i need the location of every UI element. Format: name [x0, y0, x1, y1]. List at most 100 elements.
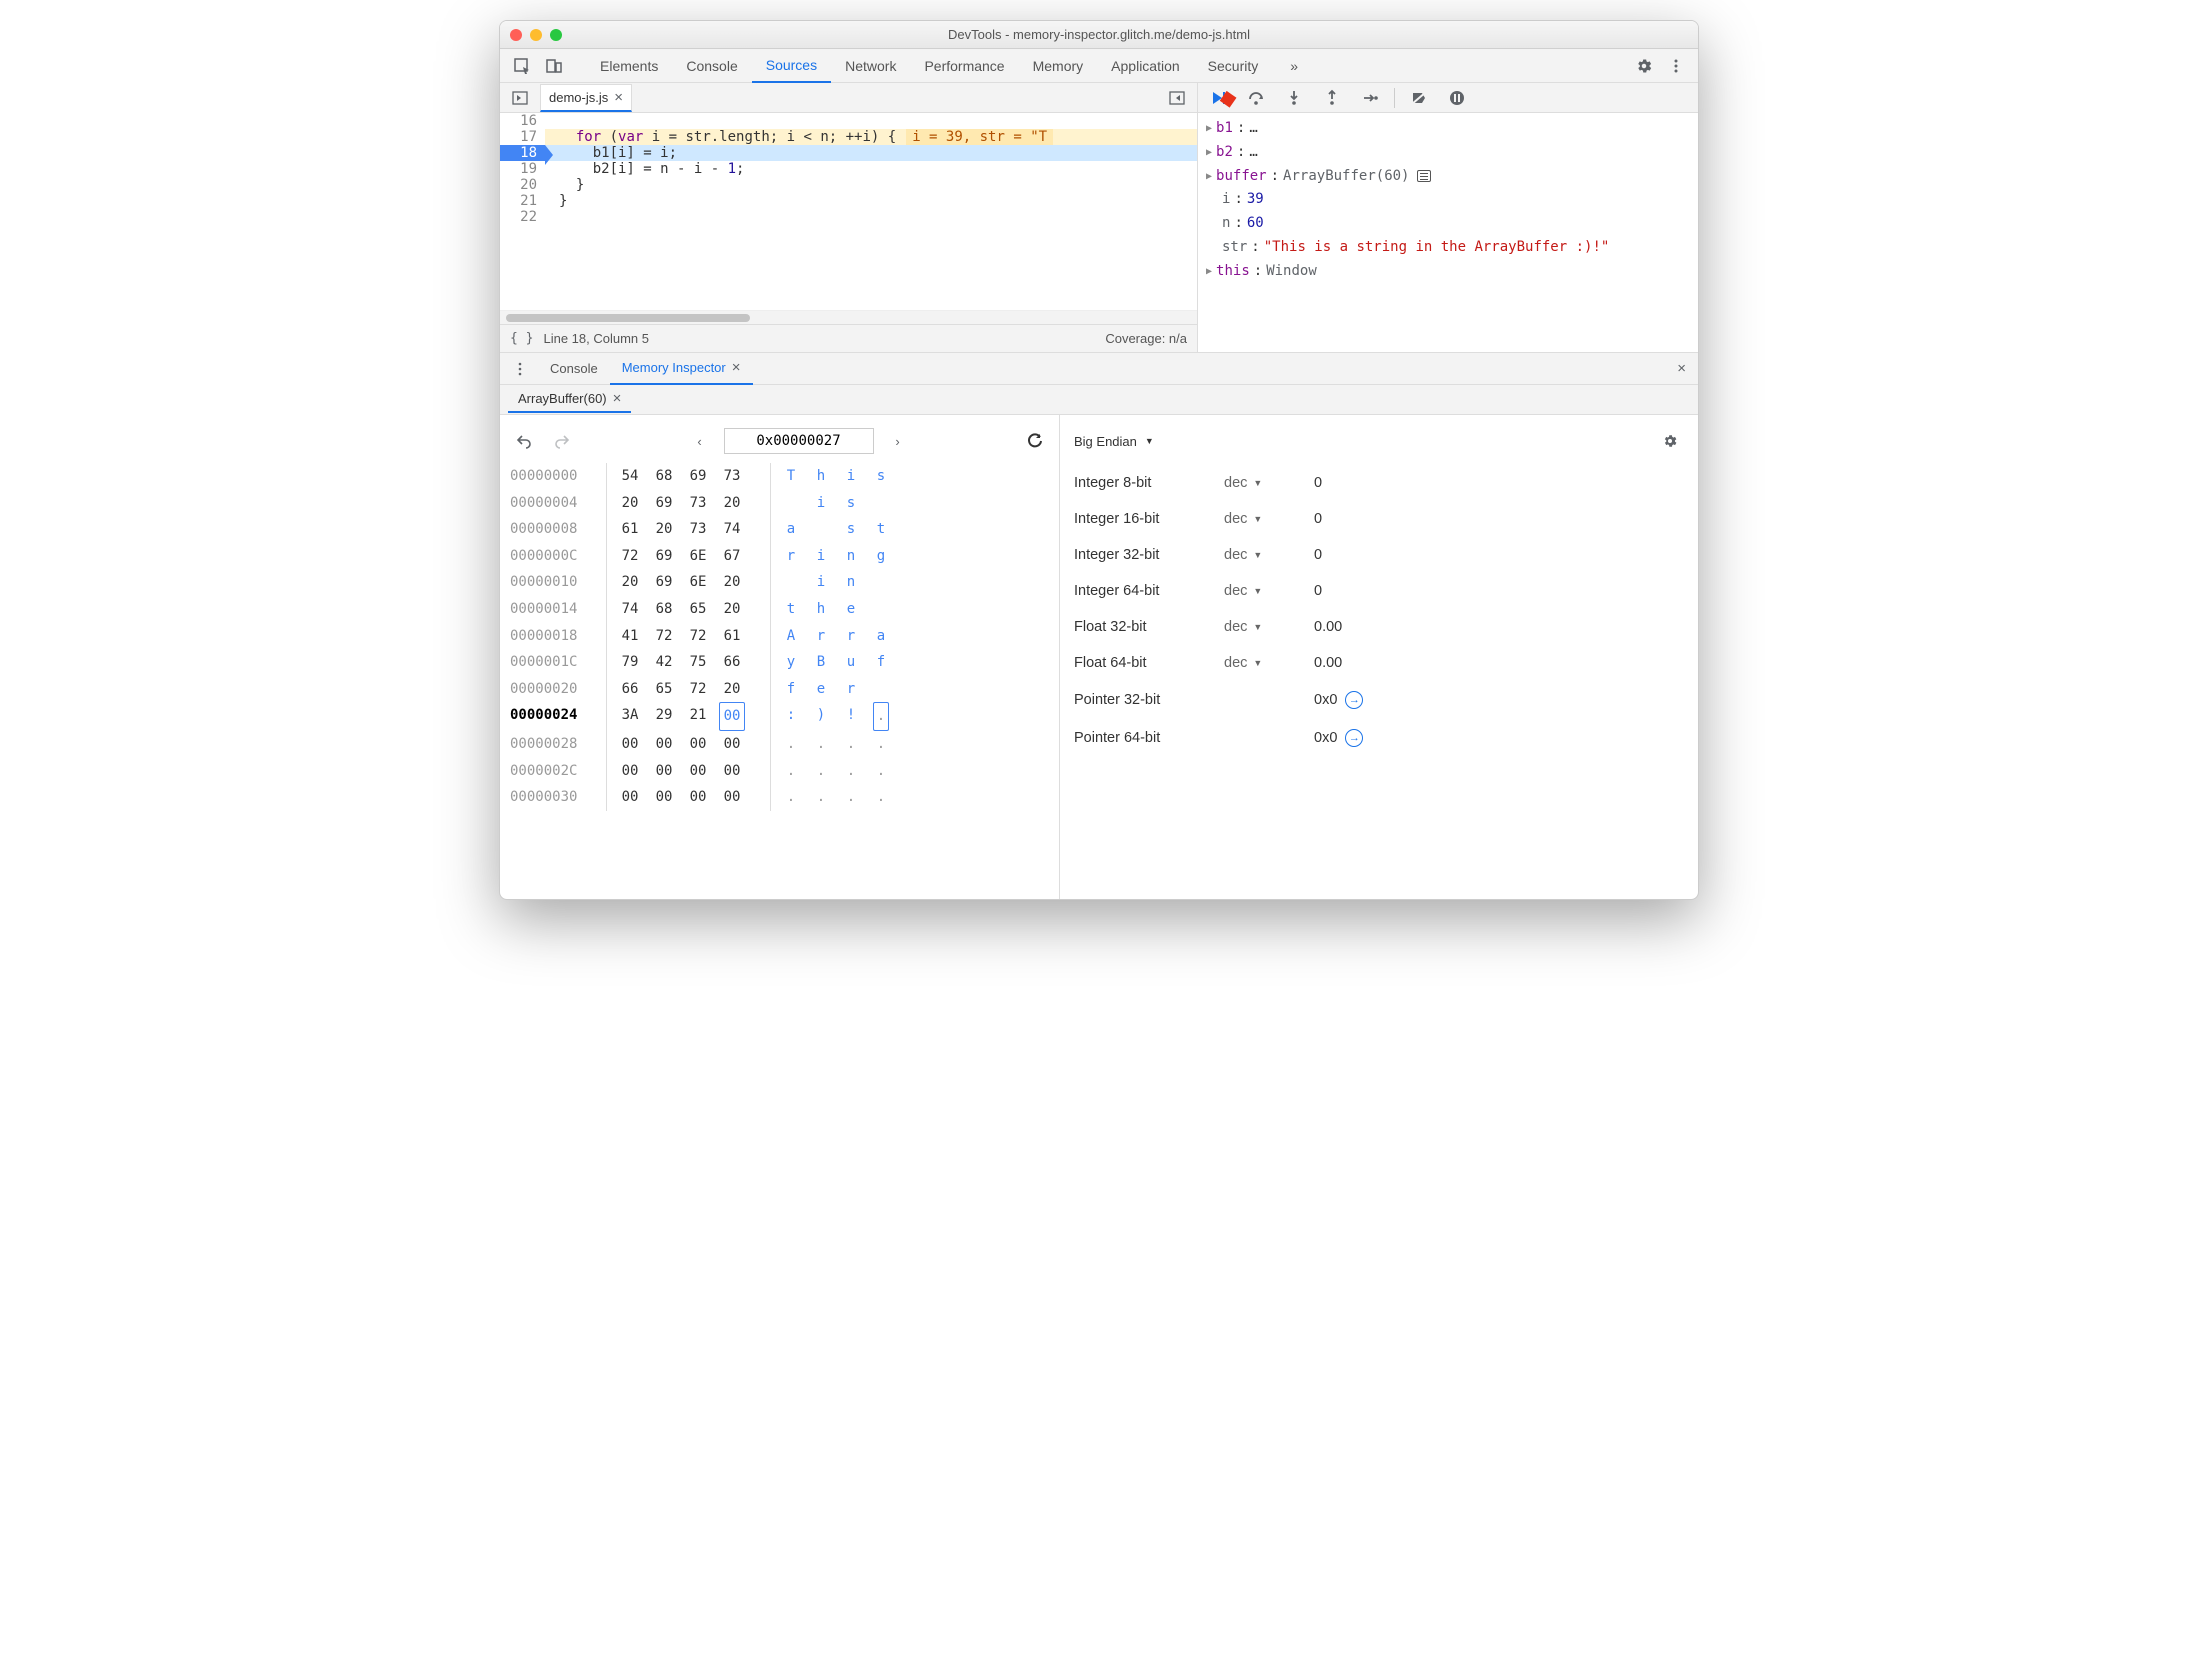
more-icon[interactable] [1662, 52, 1690, 80]
code-line[interactable]: 17 for (var i = str.length; i < n; ++i) … [500, 129, 1197, 145]
reveal-in-memory-icon[interactable] [1417, 170, 1431, 182]
hex-row[interactable]: 0000002C00000000.... [510, 758, 1049, 785]
value-mode-selector[interactable]: dec▼ [1224, 583, 1314, 599]
drawer-tab-console[interactable]: Console [538, 353, 610, 385]
value-row: Integer 64-bitdec▼0 [1074, 573, 1684, 609]
jump-to-address-icon[interactable]: → [1345, 729, 1363, 747]
tab-application[interactable]: Application [1097, 49, 1194, 83]
hex-row[interactable]: 000000243A292100:)!. [510, 702, 1049, 731]
pause-on-exceptions-button[interactable] [1443, 84, 1471, 112]
zoom-window-icon[interactable] [550, 29, 562, 41]
step-over-button[interactable] [1242, 84, 1270, 112]
value-mode-selector[interactable]: dec▼ [1224, 619, 1314, 635]
hex-row[interactable]: 0000003000000000.... [510, 784, 1049, 811]
value-list: Integer 8-bitdec▼0Integer 16-bitdec▼0 Int… [1074, 465, 1684, 891]
mi-tab-arraybuffer[interactable]: ArrayBuffer(60) × [508, 386, 631, 413]
prev-page-icon[interactable]: ‹ [686, 427, 714, 455]
window-title: DevTools - memory-inspector.glitch.me/de… [500, 27, 1698, 42]
memory-inspector-tabs: ArrayBuffer(60) × [500, 385, 1698, 415]
value-row: Integer 8-bitdec▼0 [1074, 465, 1684, 501]
tabs-overflow-button[interactable]: » [1276, 49, 1312, 83]
code-line[interactable]: 22 [500, 209, 1197, 225]
code-editor[interactable]: 1617 for (var i = str.length; i < n; ++i… [500, 113, 1197, 310]
tab-memory[interactable]: Memory [1019, 49, 1098, 83]
hex-row[interactable]: 0000000861207374ast [510, 516, 1049, 543]
hex-row[interactable]: 0000002800000000.... [510, 731, 1049, 758]
deactivate-breakpoints-button[interactable] [1405, 84, 1433, 112]
horizontal-scrollbar[interactable] [500, 310, 1197, 324]
drawer-tabs: ConsoleMemory Inspector× × [500, 353, 1698, 385]
value-row: Integer 16-bitdec▼0 [1074, 501, 1684, 537]
code-line[interactable]: 19 b2[i] = n - i - 1; [500, 161, 1197, 177]
value-header: Big Endian ▼ [1074, 423, 1684, 465]
hex-row[interactable]: 0000001474686520the [510, 596, 1049, 623]
titlebar: DevTools - memory-inspector.glitch.me/de… [500, 21, 1698, 49]
hex-row[interactable]: 0000000054686973This [510, 463, 1049, 490]
close-mi-tab-icon[interactable]: × [613, 390, 622, 407]
hex-row[interactable]: 0000000420697320is [510, 490, 1049, 517]
tab-elements[interactable]: Elements [586, 49, 672, 83]
code-line[interactable]: 18 b1[i] = i; [500, 145, 1197, 161]
drawer-tab-memory-inspector[interactable]: Memory Inspector× [610, 353, 753, 385]
scope-var-b1[interactable]: ▶ b1: … [1206, 117, 1690, 141]
inspect-element-icon[interactable] [508, 52, 536, 80]
value-settings-icon[interactable] [1656, 427, 1684, 455]
value-mode-selector[interactable]: dec▼ [1224, 475, 1314, 491]
step-into-button[interactable] [1280, 84, 1308, 112]
step-out-button[interactable] [1318, 84, 1346, 112]
tab-performance[interactable]: Performance [910, 49, 1018, 83]
code-line[interactable]: 20 } [500, 177, 1197, 193]
scope-var-b2[interactable]: ▶ b2: … [1206, 141, 1690, 165]
refresh-icon[interactable] [1021, 427, 1049, 455]
next-page-icon[interactable]: › [884, 427, 912, 455]
file-tabs: demo-js.js × [500, 83, 1197, 113]
scope-var-buffer[interactable]: ▶ buffer: ArrayBuffer(60) [1206, 165, 1690, 189]
scope-var-str[interactable]: str: "This is a string in the ArrayBuffe… [1206, 236, 1690, 260]
hex-grid[interactable]: 0000000054686973This0000000420697320is00… [510, 463, 1049, 891]
jump-to-address-icon[interactable]: → [1345, 691, 1363, 709]
close-drawer-icon[interactable]: × [1677, 360, 1686, 377]
traffic-lights [510, 29, 562, 41]
sources-pane: demo-js.js × 1617 for (var i = str.lengt… [500, 83, 1198, 352]
scope-var-this[interactable]: ▶ this: Window [1206, 260, 1690, 284]
resume-button[interactable] [1204, 84, 1232, 112]
hex-row[interactable]: 0000002066657220fer [510, 676, 1049, 703]
value-mode-selector[interactable]: dec▼ [1224, 655, 1314, 671]
minimize-window-icon[interactable] [530, 29, 542, 41]
step-button[interactable] [1356, 84, 1384, 112]
pretty-print-icon[interactable]: { } [510, 331, 533, 346]
close-file-icon[interactable]: × [614, 89, 623, 106]
value-mode-selector[interactable]: dec▼ [1224, 511, 1314, 527]
file-tab-label: demo-js.js [549, 90, 608, 105]
tab-sources[interactable]: Sources [752, 49, 831, 83]
hex-row[interactable]: 0000001020696E20in [510, 569, 1049, 596]
devtools-window: DevTools - memory-inspector.glitch.me/de… [499, 20, 1699, 900]
hex-viewer: ‹ › 0000000054686973This0000000420697320… [500, 415, 1060, 899]
debugger-toggle-icon[interactable] [1163, 84, 1191, 112]
close-window-icon[interactable] [510, 29, 522, 41]
hex-row[interactable]: 0000001C79427566yBuf [510, 649, 1049, 676]
value-row: Pointer 32-bit0x0→ [1074, 681, 1684, 719]
scope-var-i[interactable]: i: 39 [1206, 188, 1690, 212]
hex-row[interactable]: 0000001841727261Arra [510, 623, 1049, 650]
undo-icon[interactable] [510, 427, 538, 455]
tab-console[interactable]: Console [672, 49, 751, 83]
navigator-toggle-icon[interactable] [506, 84, 534, 112]
tab-network[interactable]: Network [831, 49, 910, 83]
drawer-more-icon[interactable] [506, 355, 534, 383]
hex-row[interactable]: 0000000C72696E67ring [510, 543, 1049, 570]
redo-icon[interactable] [548, 427, 576, 455]
tab-security[interactable]: Security [1194, 49, 1273, 83]
code-line[interactable]: 21} [500, 193, 1197, 209]
endian-selector[interactable]: Big Endian ▼ [1074, 434, 1154, 449]
device-toolbar-icon[interactable] [540, 52, 568, 80]
value-mode-selector[interactable]: dec▼ [1224, 547, 1314, 563]
debugger-pane: ▶ b1: … ▶ b2: … ▶ buffer: ArrayBuffer(60… [1198, 83, 1698, 352]
close-drawer-tab-icon[interactable]: × [732, 359, 741, 376]
settings-icon[interactable] [1630, 52, 1658, 80]
editor-status-bar: { } Line 18, Column 5 Coverage: n/a [500, 324, 1197, 352]
address-input[interactable] [724, 428, 874, 454]
code-line[interactable]: 16 [500, 113, 1197, 129]
file-tab-demo-js[interactable]: demo-js.js × [540, 84, 632, 112]
scope-var-n[interactable]: n: 60 [1206, 212, 1690, 236]
